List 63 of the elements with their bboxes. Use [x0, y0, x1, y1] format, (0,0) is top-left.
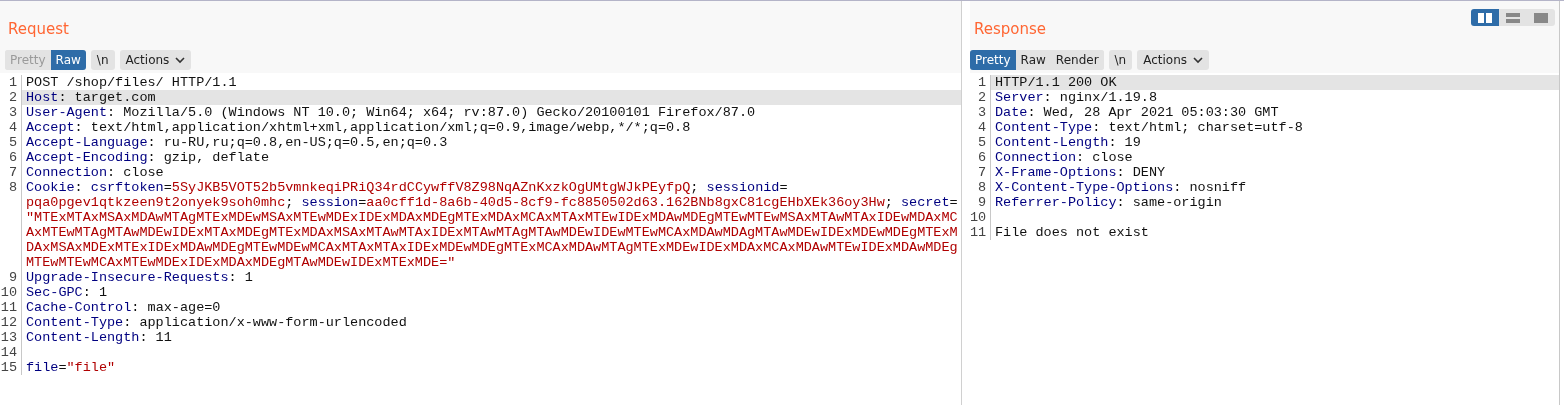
code-line: Accept: text/html,application/xhtml+xml,application/xml;q=0.9,image/webp,*/*;q=0.8: [26, 120, 691, 135]
view-tab[interactable]: Pretty: [970, 50, 1016, 70]
panel-title: Request: [8, 20, 69, 38]
code-line: Connection: close: [26, 165, 164, 180]
split-columns-icon[interactable]: [1471, 9, 1499, 26]
code-line: X-Frame-Options: DENY: [995, 165, 1166, 180]
code-line: Sec-GPC: 1: [26, 285, 108, 300]
line-number: 14: [0, 345, 18, 360]
code-line: File does not exist: [995, 225, 1149, 240]
code-line: Upgrade-Insecure-Requests: 1: [26, 270, 253, 285]
line-number: 11: [970, 225, 988, 240]
code-line: Content-Type: text/html; charset=utf-8: [995, 120, 1303, 135]
code-line: X-Content-Type-Options: nosniff: [995, 180, 1247, 195]
line-number: 7: [7, 165, 18, 180]
line-number: 9: [976, 195, 987, 210]
line-number: 2: [976, 90, 987, 105]
code-line: Content-Length: 19: [995, 135, 1141, 150]
actions-dropdown[interactable]: Actions: [119, 50, 192, 70]
split-rows-icon[interactable]: [1499, 9, 1527, 26]
code-line: POST /shop/files/ HTTP/1.1: [26, 75, 237, 90]
line-number: 4: [7, 120, 18, 135]
line-number: 12: [0, 315, 18, 330]
line-number: 3: [976, 105, 987, 120]
line-number: 4: [976, 120, 987, 135]
code-line: User-Agent: Mozilla/5.0 (Windows NT 10.0; Win64; x64; rv:87.0) Gecko/20100101 Firefox/87.0: [26, 105, 756, 120]
code-line: Server: nginx/1.19.8: [995, 90, 1158, 105]
line-number: 15: [0, 360, 18, 375]
panel-title: Response: [974, 20, 1047, 38]
code-line: Accept-Encoding: gzip, deflate: [26, 150, 270, 165]
newline-toggle-button[interactable]: \n: [90, 50, 115, 70]
caret-icon: [175, 56, 186, 64]
line-number: 1: [976, 75, 987, 90]
code-line: Accept-Language: ru-RU,ru;q=0.8,en-US;q=0.5,en;q=0.3: [26, 135, 448, 150]
code-line: Referrer-Policy: same-origin: [995, 195, 1222, 210]
line-number: 8: [7, 180, 18, 197]
line-number: 5: [976, 135, 987, 150]
single-pane-icon[interactable]: [1527, 9, 1555, 26]
line-number: 5: [7, 135, 18, 150]
code-line: HTTP/1.1 200 OK: [995, 75, 1117, 90]
actions-dropdown[interactable]: Actions: [1137, 50, 1210, 70]
line-number: 1: [7, 75, 18, 90]
line-number: 6: [976, 150, 987, 165]
line-number: 10: [970, 210, 988, 225]
code-line: Cache-Control: max-age=0: [26, 300, 221, 315]
line-number: 3: [7, 105, 18, 120]
code-line: Connection: close: [995, 150, 1133, 165]
caret-icon: [1193, 56, 1204, 64]
line-number: 9: [7, 270, 18, 285]
line-number: 8: [976, 180, 987, 195]
line-number: 6: [7, 150, 18, 165]
line-number: 13: [0, 330, 18, 345]
line-number: 2: [7, 90, 18, 105]
code-line: Date: Wed, 28 Apr 2021 05:03:30 GMT: [995, 105, 1279, 120]
newline-toggle-button[interactable]: \n: [1108, 50, 1133, 70]
code-line: file="file": [26, 360, 116, 375]
view-tab[interactable]: Raw: [50, 50, 86, 70]
code-line: Host: target.com: [26, 90, 156, 105]
code-line: Cookie: csrftoken=5SyJKB5VOT52b5vmnkeqiPRiQ34rdCCywffV8Z98NqAZnKxzkOgUMtgWJkPEyfpQ; sessionid= pqa0pgev1qtkzeen9t2onyek9soh0mhc; session=aa0cff1d-8a6b-40d5-8cf9-fc8850502d63.162BNb8gxC81cgEHbXEk36oy3Hw; secret= "MTExMTAxMSAxMDAwMTAgMTExMDEwMSAxMTEwMDExIDExMDAxMDEgMTExMDAxMCAxMTAxMTEwIDExMDAwMDEgMTEwMTEwMSAxMTAwMTAxIDEwMDAxMCAxMTEwMTAgMTAwMDEwIDExMTAxMDEgMTExMDAxMSAxMTAwMTAxIDExMTAwMTAgMTAwMDEwIDEwMTEwMCAxMDAwMDAgMTAwMDEwIDExMDEwMDEgMTExMDAxMSAxMDExMTExIDExMDAwMDEgMTEwMDEwMCAxMTAxMTAxIDExMDEwMDEgMTExMCAxMDAwMTAgMTExMDEwIDExMDAxMCAxMDAwMTEwIDExMDAwMDEgMTEwMTEwMCAxMTEwMDExIDExMDAxMDEgMTAwMDEwIDExMTExMDE=": [26, 180, 959, 270]
code-line: Content-Type: application/x-www-form-urlencoded: [26, 315, 407, 330]
code-line: Content-Length: 11: [26, 330, 172, 345]
line-number: 7: [976, 165, 987, 180]
line-number: 10: [0, 285, 18, 300]
line-number: 11: [0, 300, 18, 315]
